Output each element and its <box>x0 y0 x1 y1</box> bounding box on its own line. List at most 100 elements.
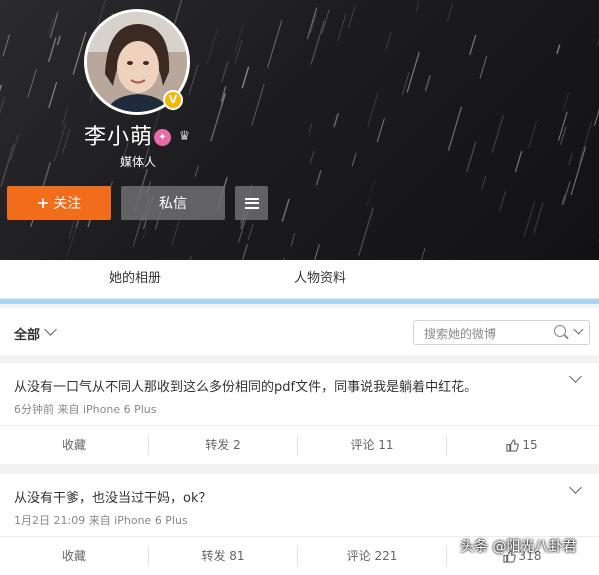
profile-subtitle: 媒体人 <box>120 153 156 170</box>
repost-button[interactable]: 转发 2 <box>149 426 297 464</box>
star-trail <box>49 82 57 107</box>
post-actions: 收藏 转发 2 评论 11 15 <box>0 425 599 464</box>
post-card: 从没有一口气从不同人那收到这么多份相同的pdf文件，同事说我是躺着中红花。 6分… <box>0 363 599 464</box>
star-trail <box>311 21 324 64</box>
post-text: 从没有干爹，也没当过干妈，ok？ <box>14 487 211 506</box>
follow-button[interactable]: + 关注 <box>7 186 111 220</box>
star-trail <box>309 124 311 132</box>
star-trail <box>426 76 430 91</box>
star-trail <box>211 94 225 141</box>
talent-icon[interactable]: ✦ <box>154 129 171 146</box>
comment-button[interactable]: 评论 221 <box>298 537 446 575</box>
star-trail <box>595 82 599 125</box>
collect-button[interactable]: 收藏 <box>0 426 148 464</box>
star-trail <box>534 203 543 234</box>
star-trail <box>516 152 522 172</box>
chevron-down-icon[interactable] <box>569 370 582 383</box>
star-trail <box>282 199 288 221</box>
like-count: 15 <box>522 438 537 452</box>
star-trail <box>421 248 425 260</box>
star-trail <box>207 28 218 63</box>
star-trail <box>174 0 182 26</box>
star-trail <box>492 116 503 152</box>
filter-all-dropdown[interactable]: 全部 <box>14 324 40 343</box>
like-button[interactable]: 15 <box>447 426 597 464</box>
search-input[interactable]: 搜索她的微博 <box>424 325 496 342</box>
star-trail <box>1 145 13 186</box>
star-trail <box>563 93 568 111</box>
profile-name: 李小萌 <box>84 119 153 151</box>
star-trail <box>322 9 329 33</box>
star-trail <box>222 62 228 82</box>
chevron-down-icon[interactable] <box>569 481 582 494</box>
star-trail <box>309 245 320 260</box>
star-trail <box>242 67 248 87</box>
star-trail <box>235 40 242 62</box>
star-trail <box>402 72 409 94</box>
star-trail <box>307 8 316 39</box>
star-trail <box>338 14 346 41</box>
star-trail <box>143 224 147 239</box>
message-label: 私信 <box>159 193 187 213</box>
star-trail <box>524 202 535 237</box>
star-trail <box>579 121 592 164</box>
follow-label: 关注 <box>53 193 81 213</box>
star-trail <box>349 7 355 28</box>
star-trail <box>235 24 244 53</box>
star-trail <box>470 36 476 55</box>
star-trail <box>571 147 585 195</box>
post-meta: 6分钟前 来自 iPhone 6 Plus <box>14 401 157 417</box>
crown-icon[interactable]: ♛ <box>176 128 193 145</box>
star-trail <box>62 129 69 154</box>
star-trail <box>377 119 384 142</box>
search-dropdown-icon[interactable] <box>574 325 584 335</box>
star-trail <box>467 142 476 171</box>
star-trail <box>557 45 559 53</box>
more-menu-button[interactable] <box>235 186 268 220</box>
post-meta: 1月2日 21:09 来自 iPhone 6 Plus <box>14 512 188 528</box>
star-trail <box>563 181 570 203</box>
profile-header: V 李小萌 ✦ ♛ 媒体人 + 关注 私信 <box>0 0 599 260</box>
star-trail <box>310 14 316 33</box>
star-trail <box>359 208 373 255</box>
star-trail <box>317 171 321 185</box>
repost-button[interactable]: 转发 81 <box>149 537 297 575</box>
star-trail <box>569 153 572 164</box>
post-text: 从没有一口气从不同人那收到这么多份相同的pdf文件，同事说我是躺着中红花。 <box>14 376 477 395</box>
search-icon[interactable] <box>554 325 566 337</box>
star-trail <box>529 122 537 148</box>
star-trail <box>482 176 486 189</box>
collect-button[interactable]: 收藏 <box>0 537 148 575</box>
star-trail <box>268 20 282 67</box>
watermark: 头条 @阳光八卦君 <box>460 536 576 556</box>
section-divider <box>0 299 599 308</box>
star-trail <box>49 38 56 61</box>
tab-album[interactable]: 她的相册 <box>109 260 161 298</box>
star-trail <box>0 97 4 128</box>
comment-button[interactable]: 评论 11 <box>298 426 446 464</box>
star-trail <box>416 2 419 11</box>
star-trail <box>58 36 61 45</box>
tab-profile-info[interactable]: 人物资料 <box>294 260 346 298</box>
search-box[interactable]: 搜索她的微博 <box>413 320 590 345</box>
star-trail <box>249 224 254 239</box>
star-trail <box>480 56 487 78</box>
star-trail <box>449 107 462 150</box>
star-trail <box>195 166 198 177</box>
star-trail <box>62 109 67 126</box>
star-trail <box>447 4 452 22</box>
plus-icon: + <box>37 194 50 212</box>
star-trail <box>50 13 57 37</box>
star-trail <box>237 245 248 260</box>
message-button[interactable]: 私信 <box>121 186 225 220</box>
star-trail <box>386 32 391 50</box>
section-divider <box>0 464 599 474</box>
filter-bar: 全部 搜索她的微博 <box>0 308 599 356</box>
star-trail <box>334 114 338 127</box>
star-trail <box>3 35 9 56</box>
star-trail <box>189 66 198 95</box>
section-divider <box>0 355 599 363</box>
chevron-down-icon[interactable] <box>44 323 57 336</box>
star-trail <box>55 122 66 160</box>
thumbs-up-icon <box>506 439 519 452</box>
